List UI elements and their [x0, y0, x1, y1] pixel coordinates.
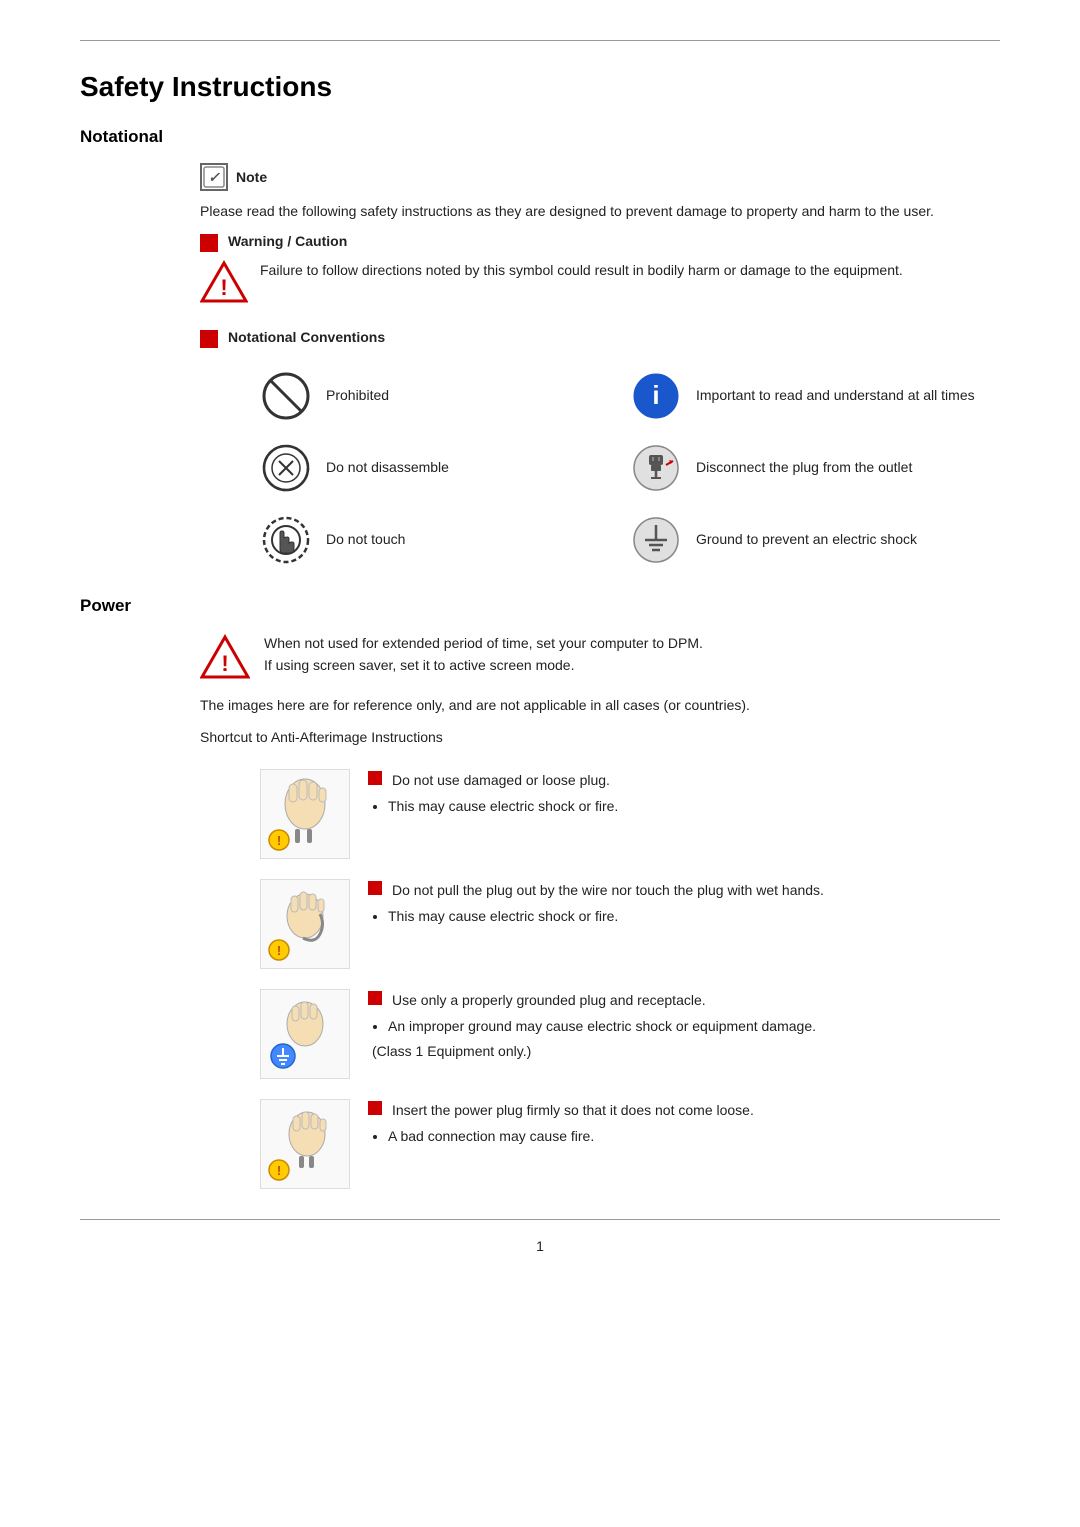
power-item-1-text: Do not use damaged or loose plug. This m… [368, 769, 618, 820]
page-number: 1 [80, 1238, 1000, 1254]
convention-no-touch-label: Do not touch [326, 530, 405, 550]
convention-disconnect-label: Disconnect the plug from the outlet [696, 458, 912, 478]
power-shortcut-text: Shortcut to Anti-Afterimage Instructions [200, 726, 1000, 748]
no-disassemble-icon [260, 442, 312, 494]
power-item-4-text: Insert the power plug firmly so that it … [368, 1099, 754, 1150]
svg-text:i: i [652, 380, 659, 410]
svg-text:!: ! [277, 1163, 281, 1178]
power-item-2-text: Do not pull the plug out by the wire nor… [368, 879, 824, 930]
svg-text:!: ! [221, 651, 228, 676]
note-label: Note [236, 169, 267, 185]
warning-caution-row: Warning / Caution [200, 232, 1000, 250]
convention-important: i Important to read and understand at al… [630, 360, 1000, 432]
power-item-4-sub: A bad connection may cause fire. [388, 1125, 754, 1147]
conventions-title: Notational Conventions [228, 329, 385, 345]
note-text: Please read the following safety instruc… [200, 201, 1000, 222]
power-image-3 [260, 989, 350, 1079]
power-image-2: ! [260, 879, 350, 969]
ground-icon [630, 514, 682, 566]
power-warning-triangle-icon: ! [200, 634, 250, 680]
power-warning-block: ! When not used for extended period of t… [200, 632, 1000, 680]
power-warning-text-1: When not used for extended period of tim… [264, 632, 703, 654]
power-image-4: ! [260, 1099, 350, 1189]
note-icon: ✓ [200, 163, 228, 191]
svg-text:!: ! [277, 943, 281, 958]
warning-text: Failure to follow directions noted by th… [260, 260, 903, 281]
power-warning-text-2: If using screen saver, set it to active … [264, 654, 703, 676]
power-section-title: Power [80, 596, 1000, 616]
page-title: Safety Instructions [80, 71, 1000, 103]
power-content: ! When not used for extended period of t… [200, 632, 1000, 1189]
svg-text:!: ! [277, 833, 281, 848]
notational-section-title: Notational [80, 127, 1000, 147]
notational-content: ✓ Note Please read the following safety … [200, 163, 1000, 576]
power-item-4-icon [368, 1101, 382, 1115]
warning-triangle-icon: ! [200, 260, 248, 304]
power-item-3-sub2: (Class 1 Equipment only.) [372, 1040, 816, 1062]
power-item-1: ! Do not use damaged or loose plug. This… [260, 769, 1000, 859]
power-item-1-sub: This may cause electric shock or fire. [388, 795, 618, 817]
power-item-3: Use only a properly grounded plug and re… [260, 989, 1000, 1079]
convention-no-disassemble-label: Do not disassemble [326, 458, 449, 478]
power-item-4-main: Insert the power plug firmly so that it … [392, 1099, 754, 1121]
warning-caution-icon [200, 234, 218, 252]
notational-conventions: Notational Conventions Prohibited [200, 328, 1000, 576]
power-item-1-main: Do not use damaged or loose plug. [392, 769, 610, 791]
power-item-3-sub: An improper ground may cause electric sh… [388, 1015, 816, 1037]
convention-prohibited-label: Prohibited [326, 386, 389, 406]
power-image-1: ! [260, 769, 350, 859]
power-ref-text: The images here are for reference only, … [200, 694, 1000, 716]
convention-ground-label: Ground to prevent an electric shock [696, 530, 917, 550]
prohibited-icon [260, 370, 312, 422]
power-item-2-icon [368, 881, 382, 895]
conventions-grid: Prohibited i Important to read and under… [260, 360, 1000, 576]
svg-text:✓: ✓ [208, 169, 220, 185]
conventions-icon [200, 330, 218, 348]
power-text-block: When not used for extended period of tim… [264, 632, 703, 677]
convention-no-touch: Do not touch [260, 504, 630, 576]
power-item-3-main: Use only a properly grounded plug and re… [392, 989, 706, 1011]
power-item-3-text: Use only a properly grounded plug and re… [368, 989, 816, 1062]
no-touch-icon [260, 514, 312, 566]
important-icon: i [630, 370, 682, 422]
power-item-4: ! Insert the power plug firmly so that i… [260, 1099, 1000, 1189]
power-item-2-sub: This may cause electric shock or fire. [388, 905, 824, 927]
bottom-rule [80, 1219, 1000, 1220]
convention-no-disassemble: Do not disassemble [260, 432, 630, 504]
warning-caution-label: Warning / Caution [228, 233, 347, 249]
convention-prohibited: Prohibited [260, 360, 630, 432]
conventions-title-row: Notational Conventions [200, 328, 1000, 346]
disconnect-icon [630, 442, 682, 494]
convention-important-label: Important to read and understand at all … [696, 386, 975, 406]
power-item-2-main: Do not pull the plug out by the wire nor… [392, 879, 824, 901]
convention-ground: Ground to prevent an electric shock [630, 504, 1000, 576]
note-row: ✓ Note [200, 163, 1000, 191]
top-rule [80, 40, 1000, 41]
power-item-2: ! Do not pull the plug out by the wire n… [260, 879, 1000, 969]
page: Safety Instructions Notational ✓ Note Pl… [0, 0, 1080, 1527]
power-item-3-icon [368, 991, 382, 1005]
warning-block: ! Failure to follow directions noted by … [200, 260, 1000, 304]
convention-disconnect: Disconnect the plug from the outlet [630, 432, 1000, 504]
power-item-1-icon [368, 771, 382, 785]
svg-text:!: ! [220, 275, 227, 300]
